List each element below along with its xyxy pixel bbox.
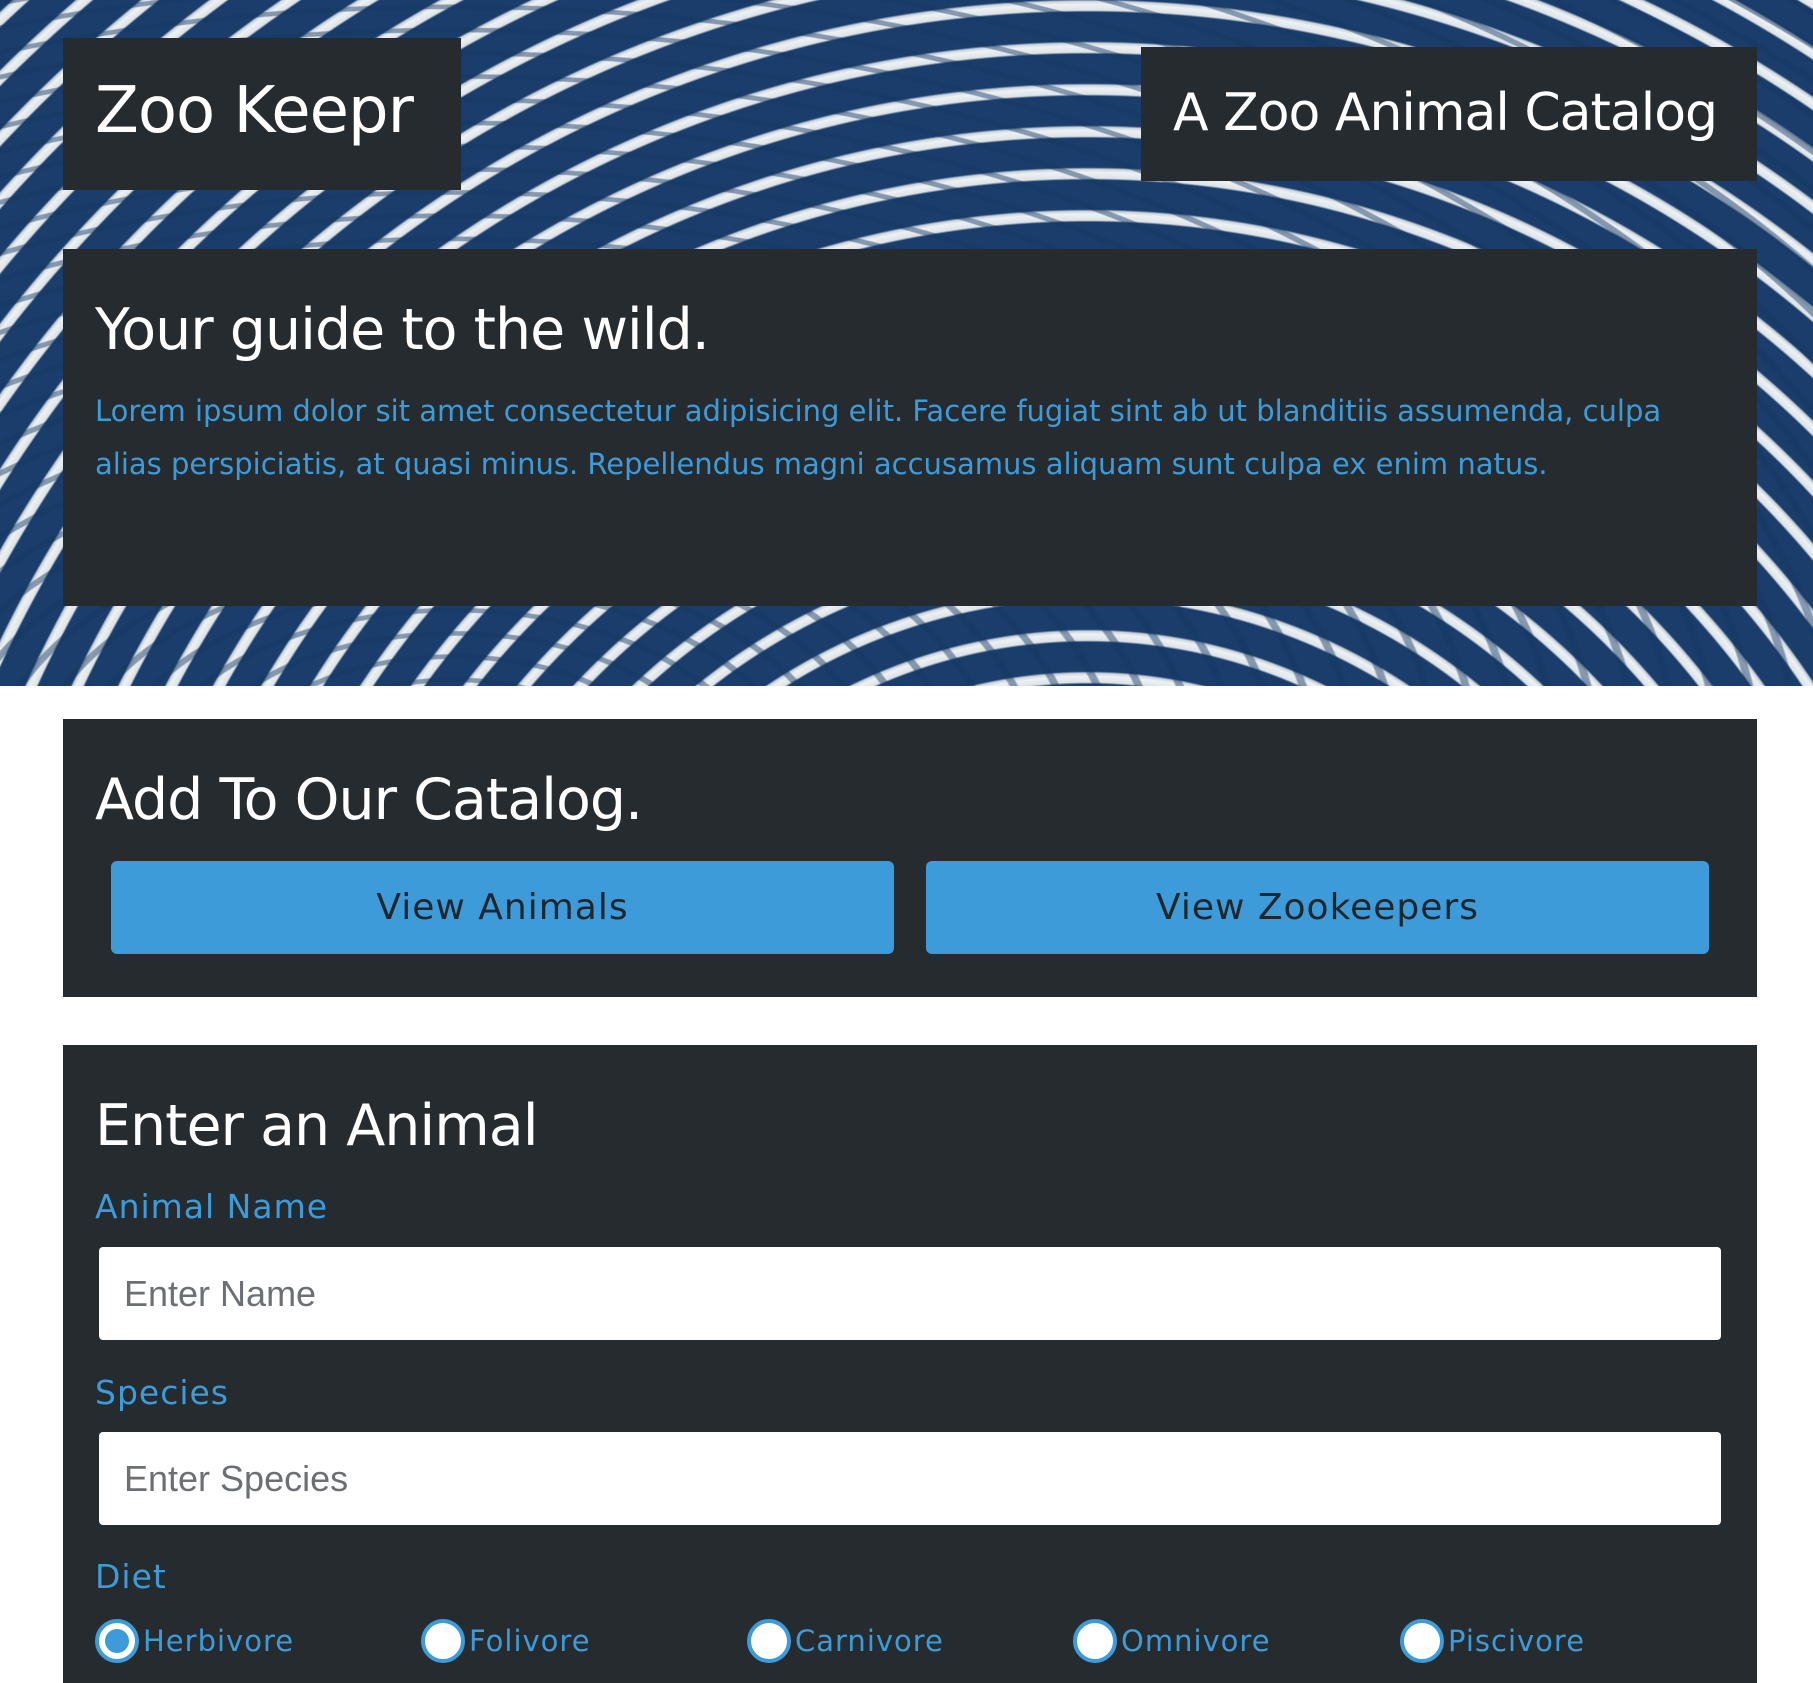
radio-button[interactable] bbox=[95, 1619, 139, 1663]
diet-option-label: Omnivore bbox=[1121, 1624, 1271, 1658]
species-input[interactable] bbox=[99, 1432, 1721, 1525]
radio-button[interactable] bbox=[421, 1619, 465, 1663]
diet-option-piscivore[interactable]: Piscivore bbox=[1400, 1617, 1585, 1665]
diet-option-omnivore[interactable]: Omnivore bbox=[1073, 1617, 1271, 1665]
diet-option-label: Piscivore bbox=[1448, 1624, 1586, 1658]
view-animals-button[interactable]: View Animals bbox=[111, 861, 894, 954]
form-heading: Enter an Animal bbox=[95, 1093, 539, 1159]
site-title: Zoo Keepr bbox=[95, 74, 414, 148]
diet-option-carnivore[interactable]: Carnivore bbox=[747, 1617, 944, 1665]
diet-label: Diet bbox=[95, 1557, 167, 1596]
catalog-panel: Add To Our Catalog. View Animals View Zo… bbox=[63, 719, 1757, 997]
diet-radio-group: Herbivore Folivore Carnivore Omnivore Pi… bbox=[95, 1617, 1735, 1667]
species-label: Species bbox=[95, 1373, 230, 1412]
radio-button[interactable] bbox=[747, 1619, 791, 1663]
diet-option-label: Folivore bbox=[469, 1624, 591, 1658]
diet-option-label: Herbivore bbox=[143, 1624, 295, 1658]
catalog-heading: Add To Our Catalog. bbox=[95, 767, 643, 833]
animal-name-input[interactable] bbox=[99, 1247, 1721, 1340]
brand-box: Zoo Keepr bbox=[63, 38, 461, 190]
radio-button[interactable] bbox=[1073, 1619, 1117, 1663]
radio-button[interactable] bbox=[1400, 1619, 1444, 1663]
view-zookeepers-button[interactable]: View Zookeepers bbox=[926, 861, 1709, 954]
intro-heading: Your guide to the wild. bbox=[95, 297, 710, 363]
tagline-box: A Zoo Animal Catalog bbox=[1141, 47, 1757, 181]
intro-text: Lorem ipsum dolor sit amet consectetur a… bbox=[95, 394, 1662, 481]
animal-form: Enter an Animal Animal Name Species Diet… bbox=[63, 1045, 1757, 1683]
site-tagline: A Zoo Animal Catalog bbox=[1173, 83, 1718, 143]
diet-option-folivore[interactable]: Folivore bbox=[421, 1617, 591, 1665]
hero-banner: Zoo Keepr A Zoo Animal Catalog Your guid… bbox=[0, 0, 1813, 686]
intro-panel: Your guide to the wild. Lorem ipsum dolo… bbox=[63, 249, 1757, 606]
diet-option-herbivore[interactable]: Herbivore bbox=[95, 1617, 294, 1665]
animal-name-label: Animal Name bbox=[95, 1187, 329, 1226]
diet-option-label: Carnivore bbox=[795, 1624, 944, 1658]
